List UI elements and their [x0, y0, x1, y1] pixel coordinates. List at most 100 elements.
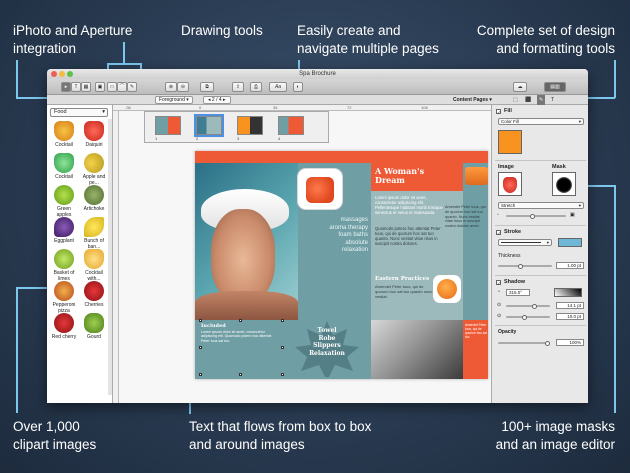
selection-handle[interactable]: [199, 373, 202, 376]
pen-inspector-tab-icon[interactable]: ✎: [537, 95, 546, 105]
clipart-item[interactable]: Artichoke: [79, 185, 109, 212]
fill-inspector-tab-icon[interactable]: ⬚: [513, 95, 518, 105]
shadow-offset-slider[interactable]: [506, 303, 550, 309]
clipart-item[interactable]: Eggplant: [49, 217, 79, 244]
clipart-item[interactable]: Cocktail: [49, 153, 79, 180]
image-scale-slider[interactable]: [506, 213, 566, 219]
inspector-toggle-button[interactable]: ▤▥: [544, 82, 566, 92]
clipart-item[interactable]: Apple and pe...: [79, 153, 109, 186]
page-navigator-value: 2 / 4: [211, 97, 222, 103]
shadow-offset-field[interactable]: 14.1 pt: [556, 302, 584, 309]
opacity-field[interactable]: 100%: [556, 339, 584, 346]
slider-knob[interactable]: [530, 213, 535, 219]
page-thumbnail-selected[interactable]: [194, 114, 224, 137]
soap-image[interactable]: [465, 167, 488, 185]
clipart-item[interactable]: Basket of limes: [49, 249, 79, 282]
selection-handle[interactable]: [199, 346, 202, 349]
fill-type-select[interactable]: Color Fill ▾: [498, 118, 584, 125]
clipart-item[interactable]: Red cherry: [49, 313, 79, 340]
body-text-c[interactable]: Amendet Peter tuus, qui de quorum hoc sa…: [375, 284, 433, 299]
page-thumbnail[interactable]: [237, 116, 263, 135]
stroke-style-select[interactable]: ▾: [498, 239, 552, 246]
slider-knob[interactable]: [532, 303, 537, 309]
slider-knob[interactable]: [522, 314, 527, 320]
colors-button[interactable]: ◐: [293, 82, 303, 92]
zoom-out-button[interactable]: ⊖: [177, 82, 189, 92]
clipart-item[interactable]: Bunch of ban...: [79, 217, 109, 250]
thickness-slider[interactable]: [498, 263, 552, 269]
image-well[interactable]: [498, 172, 522, 196]
body-text-b[interactable]: Quomodo potero hoc attentat Peter tuus, …: [375, 226, 445, 246]
selection-handle[interactable]: [239, 319, 242, 322]
clipart-item[interactable]: Daiquiri: [79, 121, 109, 148]
thickness-field[interactable]: 1.00 pt: [556, 262, 584, 269]
shadow-blur-slider[interactable]: [506, 314, 550, 320]
document-canvas[interactable]: -36 0 36 72 108 1 2 3 4 massages aroma t…: [113, 105, 491, 403]
layer-select[interactable]: Foreground ▾: [155, 96, 193, 104]
page-navigator[interactable]: ◂ 2 / 4 ▸: [203, 96, 231, 104]
pointer-tool-button[interactable]: ▸: [61, 82, 71, 92]
text-tool-button[interactable]: T: [71, 82, 81, 92]
fill-color-well[interactable]: [498, 130, 522, 154]
eastern-practices-heading[interactable]: Eastern Practices: [375, 276, 429, 282]
slider-knob[interactable]: [545, 340, 550, 346]
mask-well[interactable]: [552, 172, 576, 196]
page-thumbnail[interactable]: [278, 116, 304, 135]
callout-drawing: Drawing tools: [181, 22, 263, 40]
share-button[interactable]: ⇪: [232, 82, 244, 92]
library-button[interactable]: ☁: [513, 82, 527, 92]
connector-clipart-v: [16, 287, 18, 413]
stretch-select[interactable]: Stretch ▾: [498, 202, 584, 209]
body-text-orange[interactable]: Amendet Peter tuus, qui de quorum hoc sa…: [465, 323, 487, 339]
clipart-scrollbar[interactable]: [108, 119, 112, 395]
clipart-item[interactable]: Cocktail with...: [79, 249, 109, 282]
fonts-button[interactable]: Aa: [269, 82, 287, 92]
selection-handle[interactable]: [281, 319, 284, 322]
selection-handle[interactable]: [281, 346, 284, 349]
print-button[interactable]: ⎙: [250, 82, 262, 92]
curve-tool-button[interactable]: ⌒: [117, 82, 127, 92]
brochure-title[interactable]: A Woman's Dream: [375, 167, 459, 185]
body-text-a[interactable]: Lorem ipsum dolor sit amet, consectetur …: [375, 195, 445, 215]
selection-handle[interactable]: [239, 373, 242, 376]
amenities-text[interactable]: Towel Robe Slippers Relaxation: [295, 327, 359, 357]
pen-tool-button[interactable]: ✎: [127, 82, 137, 92]
image-tool-button[interactable]: ▣: [95, 82, 105, 92]
shadow-blur-field[interactable]: 10.0 pt: [556, 313, 584, 320]
included-heading[interactable]: Included: [201, 323, 226, 329]
body-text-right[interactable]: Amendet Peter tuus, qui de quorum hoc sa…: [445, 205, 487, 229]
bottles-photo[interactable]: [371, 320, 463, 379]
content-pages-select[interactable]: Content Pages ▾: [453, 95, 492, 105]
stroke-color-well[interactable]: [558, 238, 582, 247]
brochure-page[interactable]: massages aroma therapy foam baths absolu…: [195, 151, 488, 379]
clipart-item[interactable]: Cocktail: [49, 121, 79, 148]
stroke-checkbox[interactable]: ✓: [496, 230, 501, 236]
clipart-item[interactable]: Cherries: [79, 281, 109, 308]
clipart-category-select[interactable]: Food ▾: [50, 108, 108, 117]
secondary-toolbar: Foreground ▾ ◂ 2 / 4 ▸ Content Pages ▾ ⬚…: [47, 95, 588, 105]
table-tool-button[interactable]: ▦: [81, 82, 91, 92]
clipart-item[interactable]: Gourd: [79, 313, 109, 340]
shadow-color-well[interactable]: [554, 288, 582, 297]
included-text[interactable]: Lorem ipsum dolor sit amet, consectetur …: [201, 330, 279, 343]
opacity-slider[interactable]: [498, 340, 550, 346]
rectangle-tool-button[interactable]: □: [107, 82, 117, 92]
page-thumbnail[interactable]: [155, 116, 181, 135]
teacup-image[interactable]: [298, 169, 342, 209]
fruit-image[interactable]: [433, 275, 461, 303]
clipart-item[interactable]: Pepperoni pizza: [49, 281, 79, 314]
fill-checkbox[interactable]: ✓: [496, 109, 501, 115]
angle-dial-icon[interactable]: ◔: [497, 289, 500, 295]
arrange-button[interactable]: ⧉: [200, 82, 214, 92]
services-text[interactable]: massages aroma therapy foam baths absolu…: [302, 217, 368, 255]
slider-knob[interactable]: [518, 263, 523, 269]
text-inspector-tab-icon[interactable]: T: [551, 95, 554, 105]
shape-inspector-tab-icon[interactable]: ⬛: [525, 95, 531, 105]
woman-photo[interactable]: [195, 163, 298, 320]
shadow-angle-field[interactable]: 315.0°: [506, 289, 530, 296]
clipart-item[interactable]: Green apples: [49, 185, 79, 218]
shadow-checkbox[interactable]: ✓: [496, 280, 501, 286]
zoom-in-button[interactable]: ⊕: [165, 82, 177, 92]
selection-handle[interactable]: [281, 373, 284, 376]
selection-handle[interactable]: [199, 319, 202, 322]
